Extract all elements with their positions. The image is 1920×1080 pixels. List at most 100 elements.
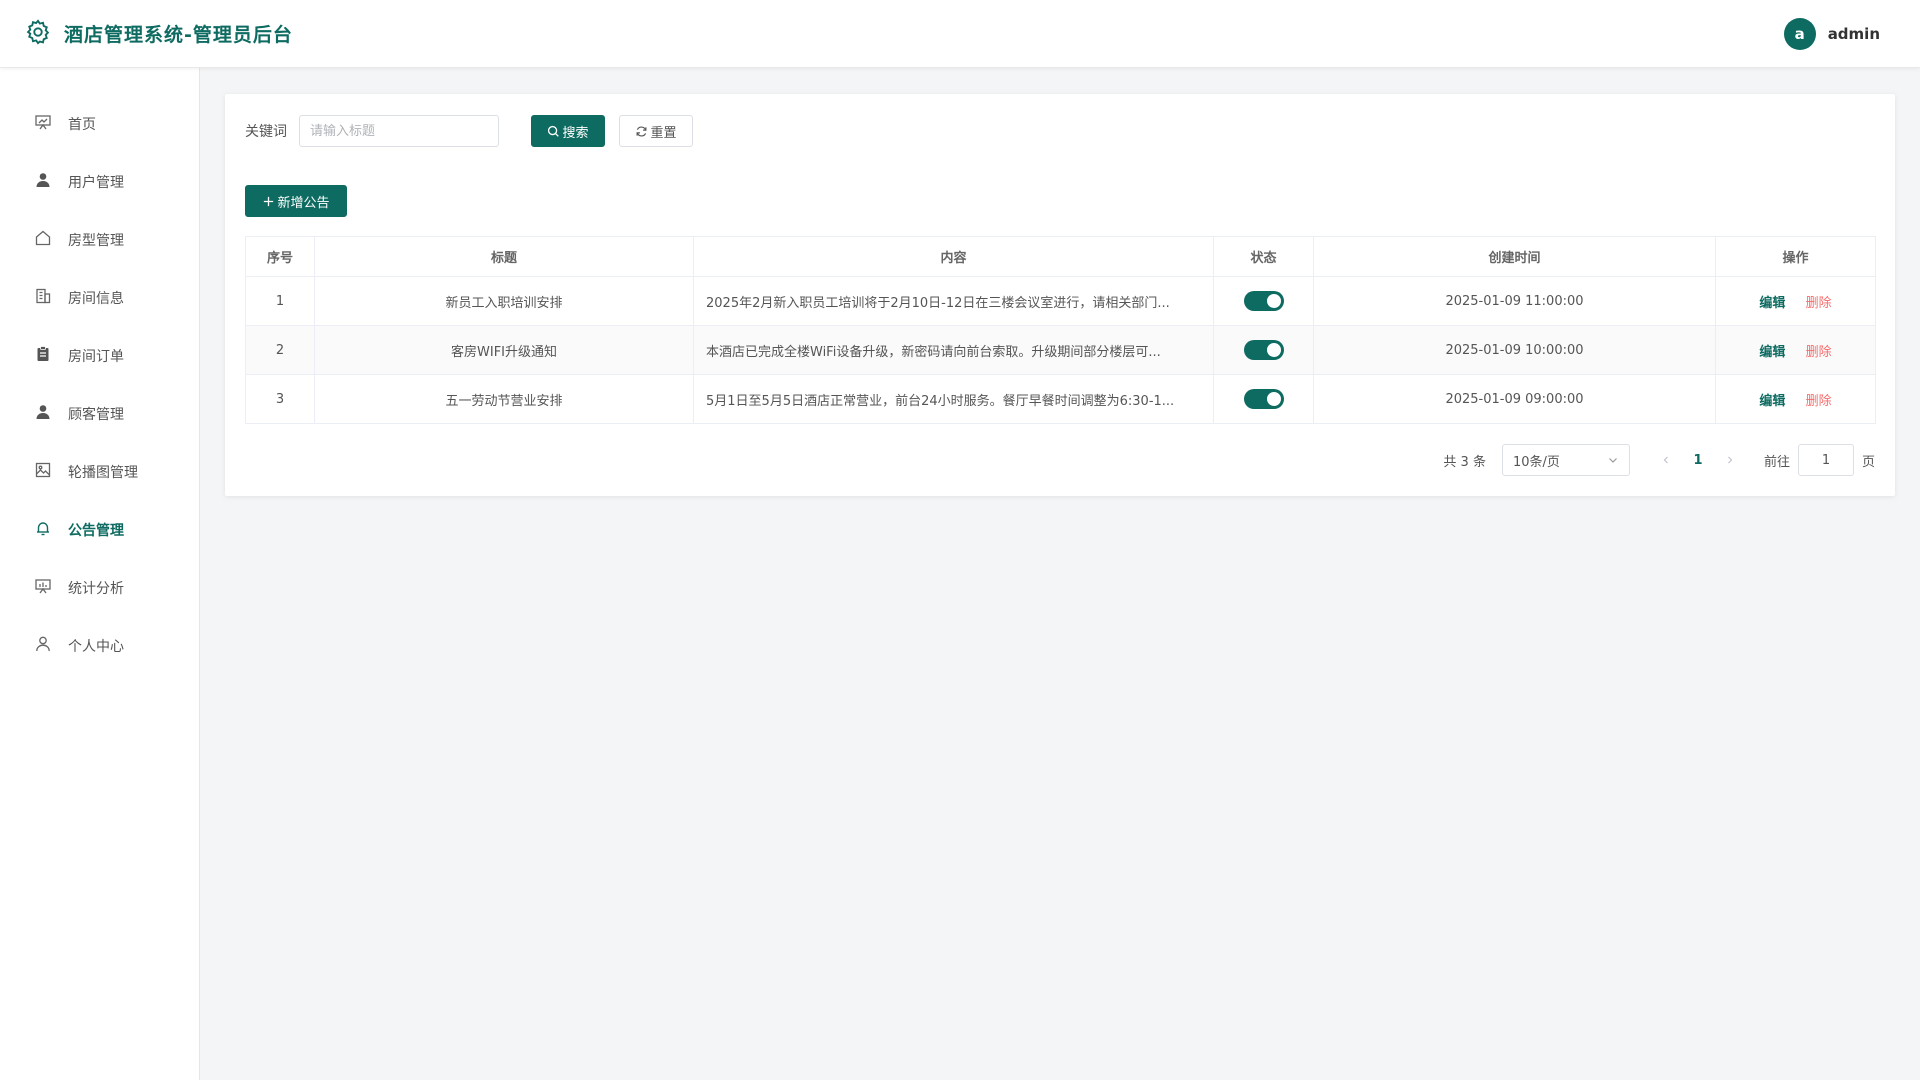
status-toggle[interactable] (1243, 340, 1284, 360)
chevron-down-icon (1609, 458, 1617, 463)
user-menu[interactable]: a admin (1783, 18, 1880, 50)
goto-label: 前往 (1763, 454, 1790, 470)
add-announcement-button[interactable]: 新增公告 (245, 185, 347, 217)
row-number: 2 (245, 325, 315, 375)
search-form: 关键词 搜索 重置 (245, 115, 693, 147)
page-number-current[interactable]: 1 (1682, 444, 1714, 476)
next-page-button[interactable] (1714, 444, 1746, 476)
sidebar-item-room-types[interactable]: 房型管理 (0, 211, 199, 269)
building-icon (34, 287, 52, 309)
sidebar-item-rooms[interactable]: 房间信息 (0, 269, 199, 327)
page-suffix-label: 页 (1861, 454, 1875, 470)
sidebar-item-label: 房间信息 (68, 291, 124, 307)
announcement-table: 序号 标题 内容 状态 创建时间 操作 1 新员工入职培训安排 2025年2月新… (245, 236, 1876, 424)
dashboard-icon (34, 113, 52, 135)
edit-link[interactable]: 编辑 (1759, 296, 1785, 311)
table-row: 1 新员工入职培训安排 2025年2月新入职员工培训将于2月10日-12日在三楼… (245, 276, 1876, 326)
chevron-right-icon (1728, 456, 1733, 464)
sidebar-item-customers[interactable]: 顾客管理 (0, 385, 199, 443)
sidebar-item-label: 首页 (68, 117, 96, 133)
sidebar-item-label: 顾客管理 (68, 407, 124, 423)
sidebar-item-users[interactable]: 用户管理 (0, 153, 199, 211)
search-icon (548, 125, 560, 137)
sidebar-item-label: 用户管理 (68, 175, 124, 191)
plus-icon (264, 196, 274, 206)
chart-icon (34, 577, 52, 599)
status-toggle[interactable] (1243, 389, 1284, 409)
row-number: 3 (245, 374, 315, 424)
keyword-input[interactable] (299, 115, 499, 147)
add-button-label: 新增公告 (277, 195, 330, 211)
row-created-time: 2025-01-09 11:00:00 (1313, 276, 1716, 326)
goto-page-input[interactable] (1797, 444, 1854, 476)
sidebar-item-orders[interactable]: 房间订单 (0, 327, 199, 385)
row-status (1213, 325, 1314, 375)
row-content: 本酒店已完成全楼WiFi设备升级，新密码请向前台索取。升级期间部分楼层可... (693, 325, 1214, 375)
row-content: 5月1日至5月5日酒店正常营业，前台24小时服务。餐厅早餐时间调整为6:30-1… (693, 374, 1214, 424)
sidebar-item-label: 房型管理 (68, 233, 124, 249)
picture-icon (34, 461, 52, 483)
gear-icon (24, 18, 52, 50)
row-created-time: 2025-01-09 09:00:00 (1313, 374, 1716, 424)
reset-button[interactable]: 重置 (619, 115, 693, 147)
row-actions: 编辑 删除 (1715, 374, 1876, 424)
delete-link[interactable]: 删除 (1806, 394, 1832, 409)
sidebar-item-carousel[interactable]: 轮播图管理 (0, 443, 199, 501)
pagination: 共 3 条 10条/页 1 前往 页 (1443, 444, 1875, 476)
bell-icon (34, 519, 52, 541)
row-content: 2025年2月新入职员工培训将于2月10日-12日在三楼会议室进行，请相关部门.… (693, 276, 1214, 326)
sidebar-item-profile[interactable]: 个人中心 (0, 617, 199, 675)
edit-link[interactable]: 编辑 (1759, 394, 1785, 409)
customer-icon (34, 403, 52, 425)
page-size-value: 10条/页 (1512, 454, 1560, 470)
sidebar: 首页 用户管理 房型管理 房间信息 房间订单 顾客管理 轮播图管理 公告管理 统… (0, 68, 200, 1080)
delete-link[interactable]: 删除 (1806, 345, 1832, 360)
sidebar-item-label: 房间订单 (68, 349, 124, 365)
table-row: 2 客房WIFI升级通知 本酒店已完成全楼WiFi设备升级，新密码请向前台索取。… (245, 325, 1876, 375)
username[interactable]: admin (1828, 25, 1880, 43)
row-title: 客房WIFI升级通知 (314, 325, 694, 375)
top-header: 酒店管理系统-管理员后台 a admin (0, 0, 1920, 68)
toggle-knob (1266, 343, 1281, 357)
row-title: 新员工入职培训安排 (314, 276, 694, 326)
row-title: 五一劳动节营业安排 (314, 374, 694, 424)
column-header: 创建时间 (1313, 236, 1716, 277)
column-header: 内容 (693, 236, 1214, 277)
announcement-panel: 关键词 搜索 重置 新增公告 序号 标题 内容 状态 创建时间 操作 (225, 94, 1895, 496)
sidebar-item-statistics[interactable]: 统计分析 (0, 559, 199, 617)
avatar[interactable]: a (1783, 18, 1816, 50)
sidebar-item-label: 个人中心 (68, 639, 124, 655)
chevron-left-icon (1663, 456, 1668, 464)
row-status (1213, 374, 1314, 424)
sidebar-item-label: 轮播图管理 (68, 465, 138, 481)
user-icon (34, 171, 52, 193)
prev-page-button[interactable] (1650, 444, 1682, 476)
search-button[interactable]: 搜索 (531, 115, 605, 147)
page-size-select[interactable]: 10条/页 (1501, 444, 1630, 476)
search-button-label: 搜索 (562, 125, 589, 141)
column-header: 序号 (245, 236, 315, 277)
reset-button-label: 重置 (650, 125, 677, 141)
row-actions: 编辑 删除 (1715, 276, 1876, 326)
sidebar-item-home[interactable]: 首页 (0, 95, 199, 153)
house-icon (34, 229, 52, 251)
table-row: 3 五一劳动节营业安排 5月1日至5月5日酒店正常营业，前台24小时服务。餐厅早… (245, 374, 1876, 424)
refresh-icon (637, 125, 647, 137)
edit-link[interactable]: 编辑 (1759, 345, 1785, 360)
profile-icon (34, 635, 52, 657)
table-header-row: 序号 标题 内容 状态 创建时间 操作 (245, 236, 1876, 277)
clipboard-icon (34, 345, 52, 367)
row-actions: 编辑 删除 (1715, 325, 1876, 375)
toggle-knob (1266, 392, 1281, 406)
app-title: 酒店管理系统-管理员后台 (64, 24, 293, 46)
sidebar-item-announcements[interactable]: 公告管理 (0, 501, 199, 559)
row-number: 1 (245, 276, 315, 326)
delete-link[interactable]: 删除 (1806, 296, 1832, 311)
row-created-time: 2025-01-09 10:00:00 (1313, 325, 1716, 375)
keyword-label: 关键词 (245, 124, 287, 140)
status-toggle[interactable] (1243, 291, 1284, 311)
column-header: 状态 (1213, 236, 1314, 277)
pagination-total: 共 3 条 (1443, 454, 1486, 470)
sidebar-item-label: 公告管理 (68, 523, 124, 539)
row-status (1213, 276, 1314, 326)
